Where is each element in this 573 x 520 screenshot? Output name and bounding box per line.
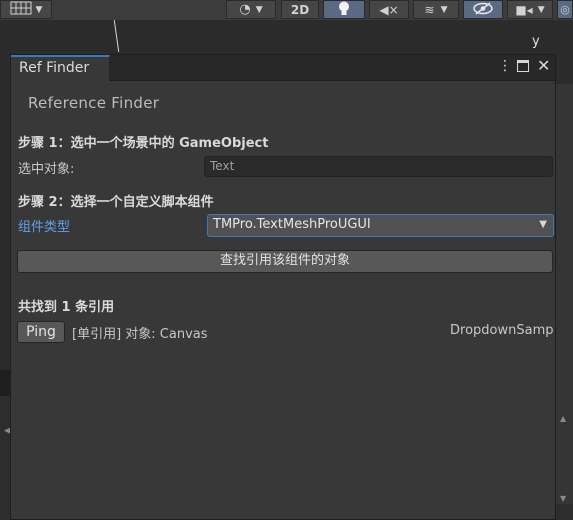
eye-hidden-icon	[473, 1, 493, 18]
layers-icon: ≋	[424, 2, 435, 17]
chevron-down-icon: ▼	[35, 4, 43, 15]
result-scene-name: DropdownSamp	[450, 323, 554, 338]
scroll-up-arrow-icon[interactable]: ▲	[560, 414, 566, 423]
chevron-down-icon: ▼	[539, 219, 547, 230]
result-description: [单引用] 对象: Canvas	[72, 327, 208, 342]
lightbulb-icon	[338, 1, 350, 19]
component-type-label: 组件类型	[18, 220, 71, 235]
chevron-down-icon: ▼	[440, 4, 448, 15]
find-references-button[interactable]: 查找引用该组件的对象	[17, 250, 553, 273]
step1-title: 步骤 1：选中一个场景中的 GameObject	[18, 136, 269, 151]
ref-finder-window: Ref Finder ⋮ ✕ Reference Finder 步骤 1：选中一…	[10, 54, 556, 520]
right-scrollbar[interactable]: ▲ ▼	[556, 84, 573, 504]
ping-button[interactable]: Ping	[17, 321, 65, 343]
scene-toolbar: ▼ ◔ ▼ 2D ◀× ≋ ▼ ■◂ ▼ ◎	[0, 0, 573, 20]
globe-icon: ◎	[560, 3, 570, 16]
scroll-down-arrow-icon[interactable]: ▼	[560, 494, 566, 503]
chevron-down-icon: ▼	[255, 4, 263, 15]
gizmo-axis-label: y	[532, 34, 540, 49]
selected-object-field[interactable]: Text	[204, 156, 553, 177]
visibility-toggle-button[interactable]	[463, 0, 503, 19]
grid-icon	[10, 1, 32, 18]
orbit-icon: ◔	[239, 2, 251, 17]
section-header: Reference Finder	[28, 94, 160, 112]
grid-toggle-button[interactable]: ▼	[0, 0, 52, 19]
global-toggle-button[interactable]: ◎	[557, 0, 573, 19]
kebab-menu-icon[interactable]: ⋮	[498, 58, 512, 74]
tab-ref-finder[interactable]: Ref Finder	[11, 55, 110, 81]
component-type-value: TMPro.TextMeshProUGUI	[213, 217, 371, 232]
step2-title: 步骤 2：选择一个自定义脚本组件	[18, 195, 214, 210]
effects-dropdown-button[interactable]: ≋ ▼	[413, 0, 459, 19]
maximize-icon[interactable]	[517, 58, 529, 76]
tab-title: Ref Finder	[19, 60, 90, 76]
component-type-dropdown[interactable]: TMPro.TextMeshProUGUI ▼	[207, 214, 554, 237]
close-icon[interactable]: ✕	[537, 56, 550, 75]
camera-dropdown-button[interactable]: ■◂ ▼	[507, 0, 553, 19]
lighting-toggle-button[interactable]	[323, 0, 365, 19]
camera-icon: ■◂	[515, 2, 533, 17]
results-title: 共找到 1 条引用	[18, 300, 115, 315]
scene-line	[113, 20, 120, 52]
chevron-down-icon: ▼	[537, 4, 545, 15]
audio-muted-icon: ◀×	[379, 2, 399, 17]
toggle-2d-button[interactable]: 2D	[281, 0, 319, 19]
selected-object-label: 选中对象:	[18, 162, 75, 177]
orbit-dropdown-button[interactable]: ◔ ▼	[226, 0, 276, 19]
window-tab-bar: Ref Finder ⋮ ✕	[11, 55, 555, 81]
audio-toggle-button[interactable]: ◀×	[369, 0, 409, 19]
